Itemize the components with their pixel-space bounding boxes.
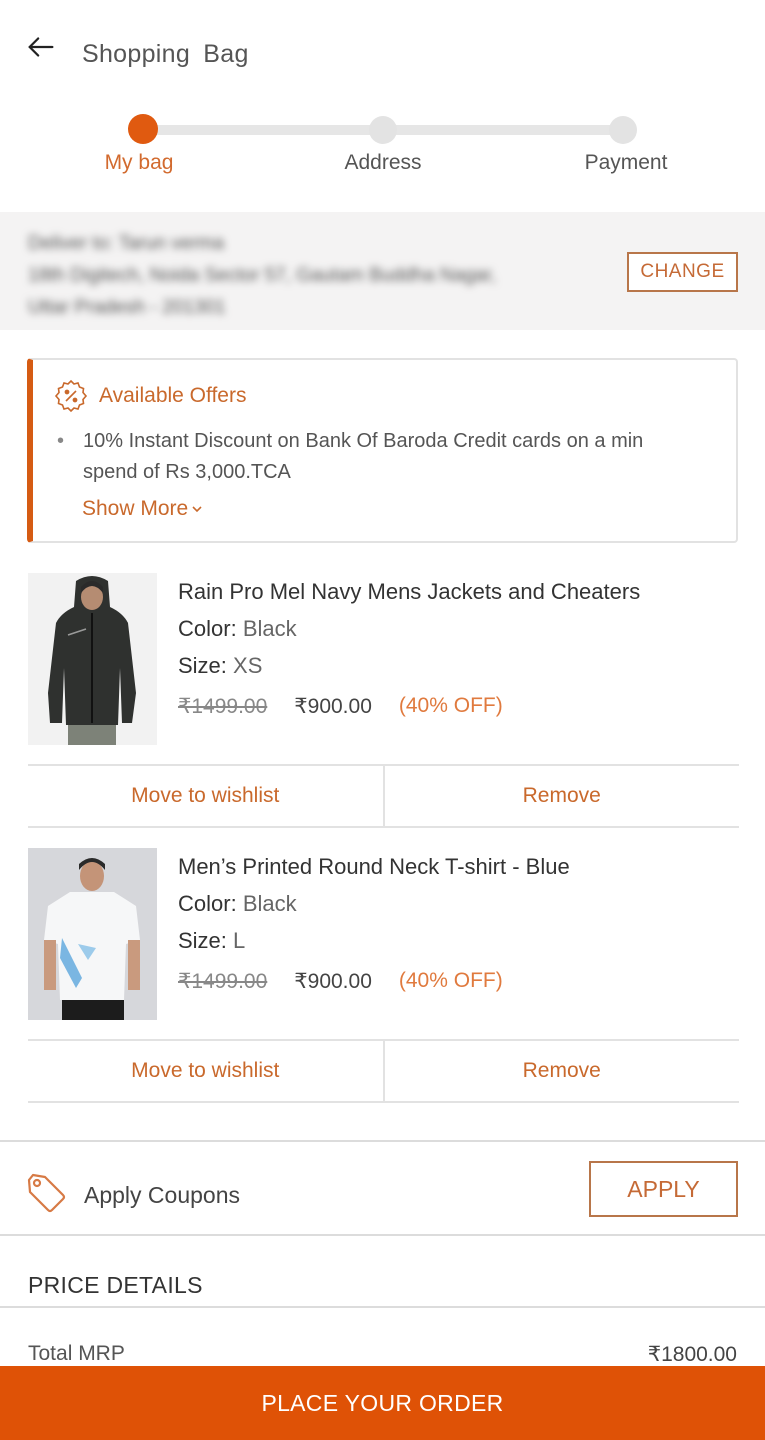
step-dot-payment — [609, 116, 637, 144]
checkout-stepper: My bag Address Payment — [0, 105, 765, 185]
arrow-left-icon — [28, 37, 54, 57]
app-header: Shopping Bag — [0, 0, 765, 100]
total-mrp-label: Total MRP — [28, 1342, 125, 1365]
tshirt-image — [28, 848, 157, 1020]
change-address-button[interactable]: CHANGE — [627, 252, 738, 292]
offers-header: Available Offers — [53, 378, 246, 414]
discount-badge-icon — [54, 379, 88, 413]
apply-coupons-label: Apply Coupons — [84, 1182, 240, 1208]
show-more-label: Show More — [82, 497, 189, 520]
size-label: Size: — [178, 928, 227, 953]
delivery-state-pin: Uttar Pradesh - 201301 — [28, 297, 226, 318]
sale-price: ₹900.00 — [294, 970, 372, 993]
price-row: ₹1499.00 ₹900.00 (40% OFF) — [178, 694, 503, 719]
cart-item: Men’s Printed Round Neck T-shirt - Blue … — [0, 848, 765, 1118]
cart-item: Rain Pro Mel Navy Mens Jackets and Cheat… — [0, 573, 765, 843]
discount-percent: (40% OFF) — [398, 969, 503, 992]
item-actions: Move to wishlist Remove — [28, 764, 739, 828]
jacket-image — [28, 573, 157, 745]
item-actions: Move to wishlist Remove — [28, 1039, 739, 1103]
product-image-tshirt[interactable] — [28, 848, 157, 1020]
size-value: L — [233, 928, 246, 953]
color-value: Black — [242, 616, 297, 641]
step-label-address[interactable]: Address — [344, 151, 421, 175]
price-row: ₹1499.00 ₹900.00 (40% OFF) — [178, 969, 503, 994]
sale-price: ₹900.00 — [294, 695, 372, 718]
place-order-button[interactable]: PLACE YOUR ORDER — [0, 1366, 765, 1440]
delivery-address-text: Deliver to: Tarun verma 18th Digitech, N… — [28, 228, 496, 324]
product-name[interactable]: Men’s Printed Round Neck T-shirt - Blue — [178, 854, 570, 880]
product-color: Color: Black — [178, 891, 297, 917]
remove-item-button[interactable]: Remove — [382, 1041, 740, 1101]
apply-coupons-section: Apply Coupons APPLY — [0, 1140, 765, 1236]
product-size: Size: L — [178, 928, 245, 954]
show-more-link[interactable]: Show More — [82, 497, 203, 521]
size-label: Size: — [178, 653, 227, 678]
color-value: Black — [242, 891, 297, 916]
color-label: Color: — [178, 616, 237, 641]
available-offers-card: Available Offers 10% Instant Discount on… — [27, 358, 738, 543]
move-to-wishlist-button[interactable]: Move to wishlist — [28, 766, 383, 826]
page-title: Shopping Bag — [82, 40, 249, 68]
step-label-payment[interactable]: Payment — [585, 151, 668, 175]
delivery-address-line: 18th Digitech, Noida Sector 57, Gautam B… — [28, 265, 496, 286]
product-color: Color: Black — [178, 616, 297, 642]
step-dot-address — [369, 116, 397, 144]
move-to-wishlist-button[interactable]: Move to wishlist — [28, 1041, 383, 1101]
back-button[interactable] — [24, 30, 62, 68]
product-image-jacket[interactable] — [28, 573, 157, 745]
original-price: ₹1499.00 — [178, 695, 268, 718]
size-value: XS — [233, 653, 263, 678]
original-price: ₹1499.00 — [178, 970, 268, 993]
product-size: Size: XS — [178, 653, 262, 679]
delivery-recipient: Deliver to: Tarun verma — [28, 233, 225, 254]
tag-icon — [27, 1173, 66, 1213]
chevron-down-icon — [192, 506, 202, 513]
offer-item: 10% Instant Discount on Bank Of Baroda C… — [55, 426, 675, 488]
step-label-my-bag[interactable]: My bag — [105, 151, 174, 175]
remove-item-button[interactable]: Remove — [382, 766, 740, 826]
total-mrp-value: ₹1800.00 — [647, 1343, 737, 1366]
price-details-title: PRICE DETAILS — [28, 1272, 203, 1298]
apply-coupon-button[interactable]: APPLY — [589, 1161, 738, 1217]
step-dot-my-bag — [128, 114, 158, 144]
product-name[interactable]: Rain Pro Mel Navy Mens Jackets and Cheat… — [178, 579, 640, 605]
color-label: Color: — [178, 891, 237, 916]
price-details-divider — [0, 1306, 765, 1308]
offers-title: Available Offers — [99, 384, 247, 407]
discount-percent: (40% OFF) — [398, 694, 503, 717]
